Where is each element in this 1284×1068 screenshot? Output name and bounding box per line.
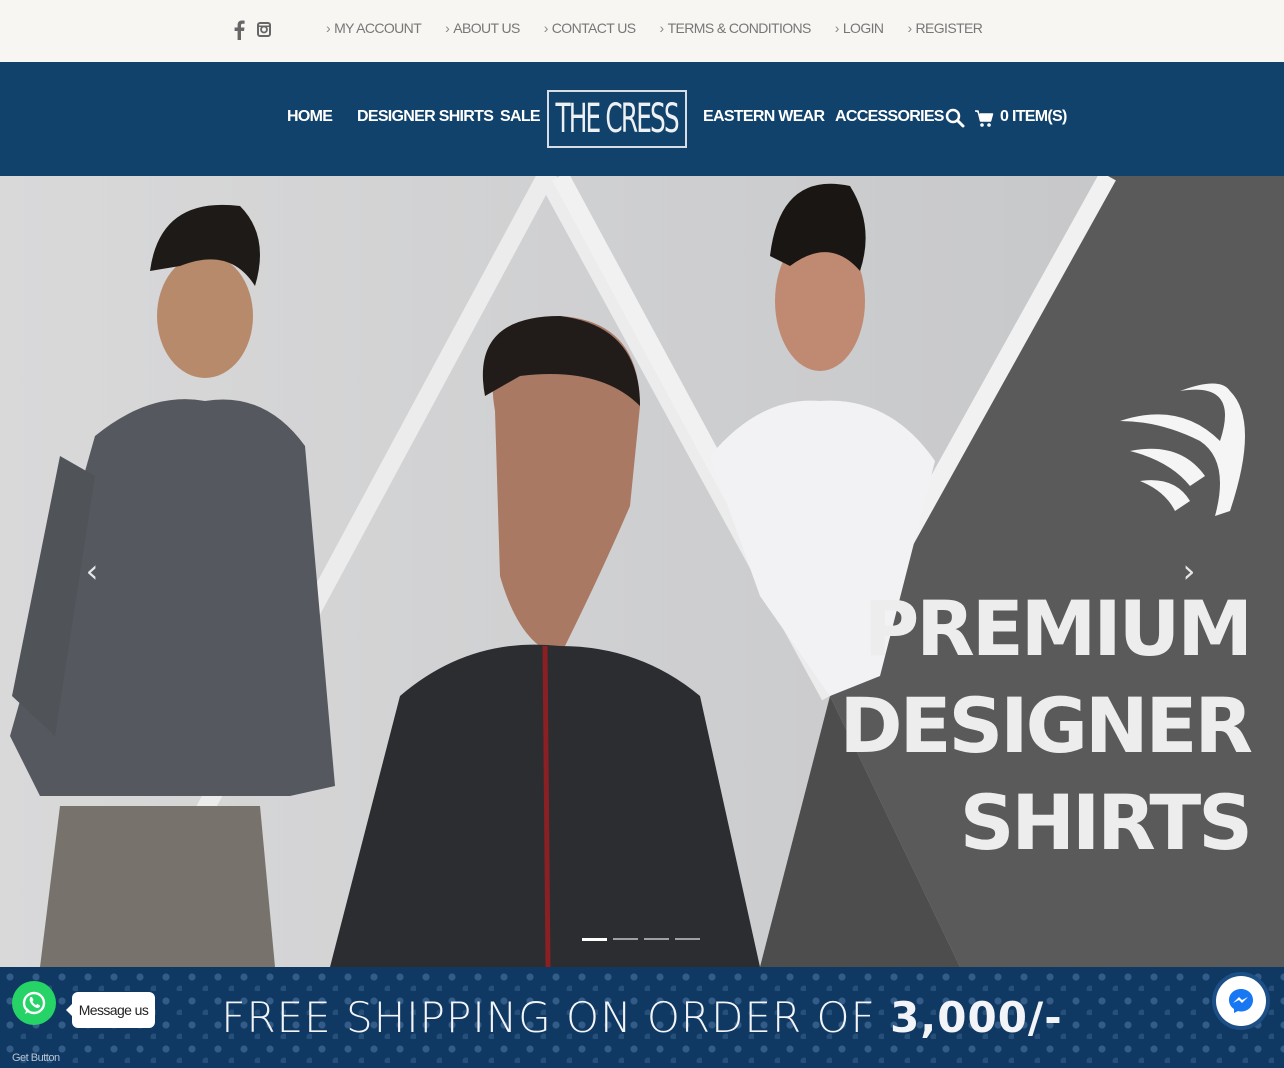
get-button-link[interactable]: Get Button — [12, 1052, 60, 1064]
top-link-label: REGISTER — [915, 20, 983, 36]
chevron-right-icon: › — [543, 20, 549, 36]
shipping-banner: FREE SHIPPING ON ORDER OF 3,000/- — [0, 967, 1284, 1068]
top-link-contact-us[interactable]: › CONTACT US — [544, 20, 636, 36]
whatsapp-button[interactable] — [12, 981, 56, 1039]
shipping-amount: 3,000/- — [890, 993, 1063, 1042]
cart-icon[interactable] — [974, 108, 994, 130]
facebook-icon[interactable] — [233, 20, 247, 40]
slider-dot[interactable] — [675, 938, 700, 940]
nav-designer-shirts[interactable]: DESIGNER SHIRTS — [357, 108, 494, 126]
chevron-right-icon: › — [907, 20, 912, 36]
chevron-right-icon: › — [834, 20, 840, 36]
top-link-label: CONTACT US — [551, 20, 636, 36]
top-link-terms-conditions[interactable]: › TERMS & CONDITIONS — [659, 20, 812, 36]
nav-eastern-wear[interactable]: EASTERN WEAR — [703, 108, 825, 126]
site-logo[interactable]: THE CRESS — [547, 90, 687, 148]
whatsapp-icon[interactable] — [12, 981, 56, 1025]
top-link-about-us[interactable]: › ABOUT US — [445, 20, 520, 36]
shipping-text-label: FREE SHIPPING ON ORDER OF — [221, 993, 891, 1042]
hero-headline-line-2: DESIGNER — [839, 681, 1253, 770]
main-navbar: HOME DESIGNER SHIRTS SALE THE CRESS EAST… — [0, 62, 1284, 176]
slider-dot[interactable] — [613, 938, 638, 940]
top-link-label: LOGIN — [842, 20, 884, 36]
message-us-bubble[interactable]: Message us — [66, 992, 155, 1028]
slider-dots — [582, 938, 700, 941]
instagram-icon[interactable] — [257, 20, 271, 40]
hero-headline-line-3: SHIRTS — [959, 778, 1253, 867]
chevron-right-icon: › — [326, 20, 331, 36]
search-icon[interactable] — [945, 108, 965, 130]
chevron-right-icon: › — [445, 20, 450, 36]
nav-home[interactable]: HOME — [287, 108, 333, 126]
chevron-left-icon[interactable]: ‹ — [77, 555, 107, 587]
nav-sale[interactable]: SALE — [500, 108, 541, 126]
hero-headline-line-1: PREMIUM — [863, 584, 1253, 673]
social-links — [233, 20, 271, 40]
top-links: › MY ACCOUNT › ABOUT US › CONTACT US › TERMS & … — [326, 20, 1006, 36]
logo-text: THE CRESS — [555, 96, 680, 142]
shipping-text: FREE SHIPPING ON ORDER OF 3,000/- — [0, 993, 1284, 1042]
hero-headline: PREMIUM DESIGNER SHIRTS — [839, 580, 1253, 871]
top-bar: › MY ACCOUNT › ABOUT US › CONTACT US › TERMS & … — [0, 0, 1284, 62]
top-link-register[interactable]: › REGISTER — [907, 20, 982, 36]
top-link-my-account[interactable]: › MY ACCOUNT — [326, 20, 422, 36]
top-link-label: TERMS & CONDITIONS — [667, 20, 812, 36]
nav-accessories[interactable]: ACCESSORIES — [835, 108, 944, 126]
slider-dot[interactable] — [644, 938, 669, 940]
top-link-login[interactable]: › LOGIN — [835, 20, 884, 36]
messenger-button[interactable] — [1216, 968, 1266, 1040]
chevron-right-icon: › — [659, 20, 665, 36]
hero-slider: ‹ › PREMIUM DESIGNER SHIRTS — [0, 176, 1284, 967]
messenger-icon[interactable] — [1216, 976, 1266, 1026]
top-link-label: MY ACCOUNT — [334, 20, 422, 36]
slider-dot[interactable] — [582, 938, 607, 941]
top-link-label: ABOUT US — [453, 20, 520, 36]
cart-count-label[interactable]: 0 ITEM(S) — [1000, 108, 1067, 126]
